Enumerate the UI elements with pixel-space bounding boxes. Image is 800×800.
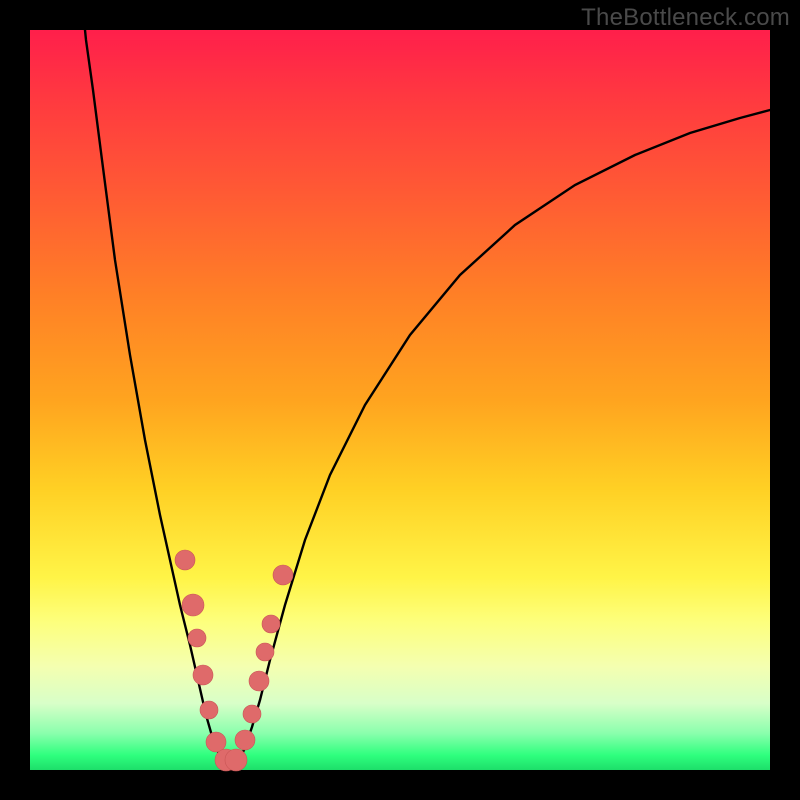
data-point [262, 615, 280, 633]
watermark-text: TheBottleneck.com [581, 4, 790, 32]
bottleneck-curve-right [232, 110, 770, 765]
curve-layer [30, 30, 770, 770]
data-point [206, 732, 226, 752]
data-point [243, 705, 261, 723]
data-point [249, 671, 269, 691]
bottleneck-curve-left [84, 20, 232, 765]
data-point [188, 629, 206, 647]
chart-frame: TheBottleneck.com [0, 0, 800, 800]
data-point [235, 730, 255, 750]
data-point [256, 643, 274, 661]
data-point [175, 550, 195, 570]
data-point [225, 749, 247, 771]
data-point [273, 565, 293, 585]
data-point [200, 701, 218, 719]
data-point [182, 594, 204, 616]
plot-area [30, 30, 770, 770]
data-point [193, 665, 213, 685]
